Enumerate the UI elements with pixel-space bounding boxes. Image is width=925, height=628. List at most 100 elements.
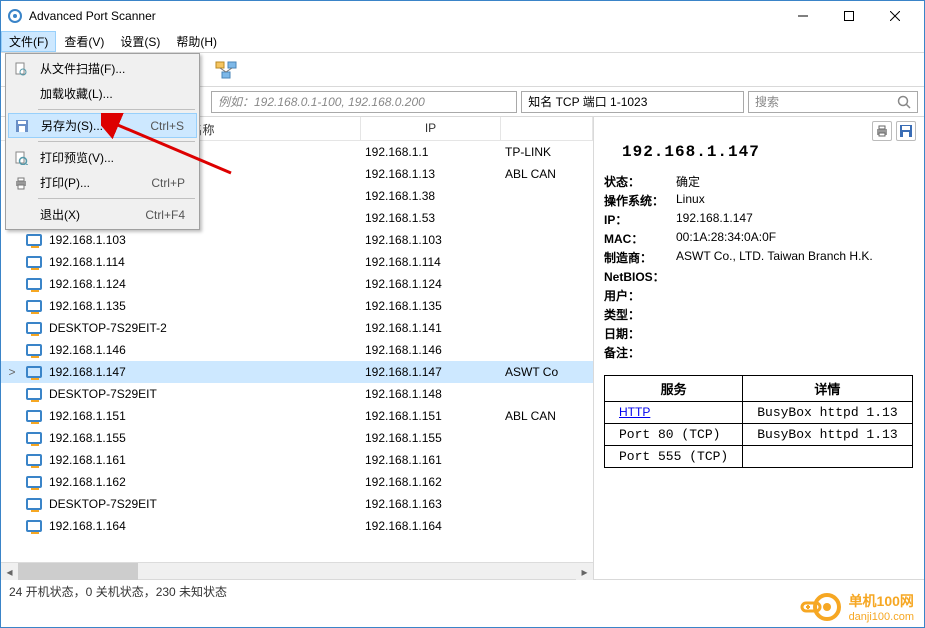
menu-item-icon (9, 119, 35, 133)
menu-item-0[interactable]: 从文件扫描(F)... (8, 56, 197, 81)
menu-item-2[interactable]: 另存为(S)...Ctrl+S (8, 113, 197, 138)
row-ip: 192.168.1.161 (361, 453, 501, 467)
host-icon (23, 278, 45, 290)
close-button[interactable] (872, 1, 918, 31)
horizontal-scrollbar[interactable]: ◂ ▸ (1, 562, 593, 579)
menu-help[interactable]: 帮助(H) (168, 31, 225, 52)
menu-item-label: 打印(P)... (34, 174, 151, 191)
row-ip: 192.168.1.148 (361, 387, 501, 401)
list-row[interactable]: 192.168.1.114192.168.1.114 (1, 251, 593, 273)
watermark: 单机100网 danji100.com (799, 591, 914, 623)
service-row: HTTPBusyBox httpd 1.13 (605, 402, 913, 424)
row-name: 192.168.1.147 (45, 365, 361, 379)
scroll-thumb[interactable] (18, 563, 138, 580)
menu-item-4[interactable]: 打印(P)...Ctrl+P (8, 170, 197, 195)
scroll-right-arrow[interactable]: ▸ (576, 563, 593, 580)
row-name: 192.168.1.161 (45, 453, 361, 467)
list-row[interactable]: DESKTOP-7S29EIT-2192.168.1.141 (1, 317, 593, 339)
host-icon (23, 498, 45, 510)
row-ip: 192.168.1.141 (361, 321, 501, 335)
list-row[interactable]: 192.168.1.146192.168.1.146 (1, 339, 593, 361)
col-ip[interactable]: IP (361, 117, 501, 140)
list-row[interactable]: >192.168.1.147192.168.1.147ASWT Co (1, 361, 593, 383)
host-icon (23, 256, 45, 268)
scroll-left-arrow[interactable]: ◂ (1, 563, 18, 580)
row-manufacturer: ABL CAN (501, 167, 593, 181)
host-icon (23, 300, 45, 312)
maximize-button[interactable] (826, 1, 872, 31)
service-cell: HTTP (605, 402, 743, 424)
details-pane: 192.168.1.147 状态：确定 操作系统：Linux IP：192.16… (594, 117, 924, 579)
detail-cell (743, 446, 912, 468)
menu-item-icon (8, 176, 34, 190)
host-icon (23, 366, 45, 378)
menu-item-shortcut: Ctrl+F4 (145, 208, 193, 222)
window-title: Advanced Port Scanner (29, 9, 780, 23)
host-icon (23, 234, 45, 246)
list-row[interactable]: 192.168.1.103192.168.1.103 (1, 229, 593, 251)
list-row[interactable]: 192.168.1.162192.168.1.162 (1, 471, 593, 493)
row-manufacturer: ABL CAN (501, 409, 593, 423)
service-table: 服务详情 HTTPBusyBox httpd 1.13Port 80 (TCP)… (604, 375, 913, 468)
save-details-button[interactable] (896, 121, 916, 141)
menu-item-1[interactable]: 加载收藏(L)... (8, 81, 197, 106)
row-ip: 192.168.1.13 (361, 167, 501, 181)
row-ip: 192.168.1.146 (361, 343, 501, 357)
list-row[interactable]: 192.168.1.124192.168.1.124 (1, 273, 593, 295)
row-name: 192.168.1.124 (45, 277, 361, 291)
ports-input[interactable]: 知名 TCP 端口 1-1023 (521, 91, 744, 113)
service-cell: Port 80 (TCP) (605, 424, 743, 446)
app-icon (7, 8, 23, 24)
print-button[interactable] (872, 121, 892, 141)
row-name: DESKTOP-7S29EIT (45, 497, 361, 511)
list-row[interactable]: DESKTOP-7S29EIT192.168.1.163 (1, 493, 593, 515)
menu-item-5[interactable]: 退出(X)Ctrl+F4 (8, 202, 197, 227)
col-manufacturer[interactable] (501, 117, 593, 140)
row-manufacturer: ASWT Co (501, 365, 593, 379)
host-icon (23, 476, 45, 488)
row-name: 192.168.1.151 (45, 409, 361, 423)
menu-item-label: 加载收藏(L)... (34, 85, 185, 102)
row-ip: 192.168.1.163 (361, 497, 501, 511)
menu-settings[interactable]: 设置(S) (112, 31, 168, 52)
menu-item-icon (8, 151, 34, 165)
menu-file[interactable]: 文件(F) (1, 31, 56, 52)
search-input[interactable]: 搜索 (748, 91, 918, 113)
row-name: 192.168.1.164 (45, 519, 361, 533)
row-ip: 192.168.1.53 (361, 211, 501, 225)
service-link[interactable]: HTTP (619, 405, 650, 419)
list-row[interactable]: DESKTOP-7S29EIT192.168.1.148 (1, 383, 593, 405)
list-row[interactable]: 192.168.1.135192.168.1.135 (1, 295, 593, 317)
service-row: Port 555 (TCP) (605, 446, 913, 468)
menu-item-shortcut: Ctrl+S (150, 119, 192, 133)
menu-item-label: 打印预览(V)... (34, 149, 185, 166)
menu-item-label: 从文件扫描(F)... (34, 60, 185, 77)
titlebar: Advanced Port Scanner (1, 1, 924, 31)
expand-toggle[interactable]: > (1, 365, 23, 379)
row-ip: 192.168.1.162 (361, 475, 501, 489)
ip-range-input[interactable]: 例如：192.168.0.1-100, 192.168.0.200 (211, 91, 517, 113)
toolbar-network-icon[interactable] (211, 57, 243, 83)
row-name: 192.168.1.162 (45, 475, 361, 489)
host-icon (23, 344, 45, 356)
row-ip: 192.168.1.124 (361, 277, 501, 291)
list-row[interactable]: 192.168.1.151192.168.1.151ABL CAN (1, 405, 593, 427)
menu-item-3[interactable]: 打印预览(V)... (8, 145, 197, 170)
list-row[interactable]: 192.168.1.164192.168.1.164 (1, 515, 593, 537)
row-name: 192.168.1.114 (45, 255, 361, 269)
list-row[interactable]: 192.168.1.155192.168.1.155 (1, 427, 593, 449)
menubar: 文件(F) 查看(V) 设置(S) 帮助(H) (1, 31, 924, 53)
row-name: 192.168.1.135 (45, 299, 361, 313)
menu-item-shortcut: Ctrl+P (151, 176, 193, 190)
menu-view[interactable]: 查看(V) (56, 31, 112, 52)
file-menu-dropdown: 从文件扫描(F)... 加载收藏(L)... 另存为(S)...Ctrl+S 打印预览… (5, 53, 200, 230)
host-icon (23, 454, 45, 466)
list-row[interactable]: 192.168.1.161192.168.1.161 (1, 449, 593, 471)
row-ip: 192.168.1.147 (361, 365, 501, 379)
row-ip: 192.168.1.103 (361, 233, 501, 247)
row-name: DESKTOP-7S29EIT-2 (45, 321, 361, 335)
menu-item-label: 另存为(S)... (35, 117, 150, 134)
host-icon (23, 520, 45, 532)
row-ip: 192.168.1.164 (361, 519, 501, 533)
minimize-button[interactable] (780, 1, 826, 31)
